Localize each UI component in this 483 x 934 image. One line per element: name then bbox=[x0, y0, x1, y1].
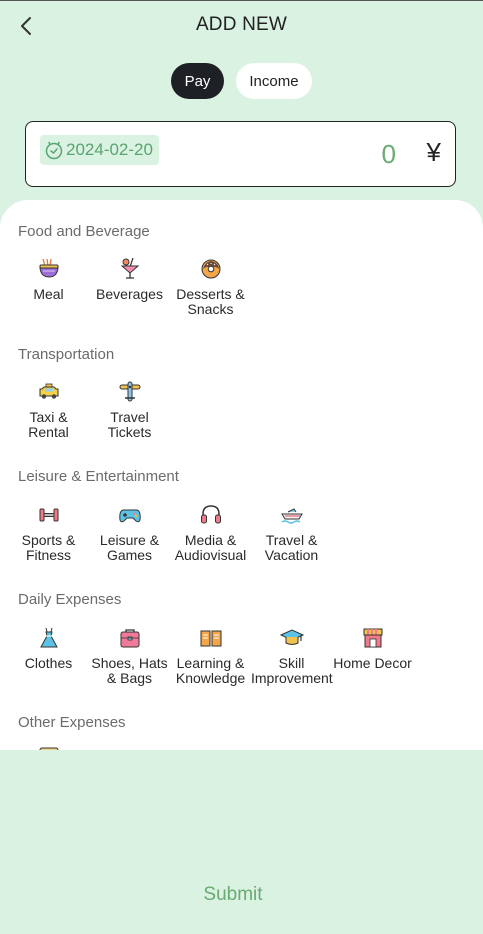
storefront-icon bbox=[363, 628, 382, 648]
gamepad-icon bbox=[118, 509, 141, 523]
section-title-leisure: Leisure & Entertainment bbox=[18, 468, 179, 485]
cocktail-icon bbox=[120, 257, 139, 279]
section-title-daily: Daily Expenses bbox=[18, 591, 122, 608]
top-border bbox=[0, 0, 483, 1]
taxi-icon bbox=[39, 383, 58, 399]
dumbbell-icon bbox=[39, 508, 58, 522]
category-label: Skill Improvement bbox=[251, 655, 333, 686]
category-skill-improvement[interactable]: Skill Improvement bbox=[251, 626, 333, 686]
category-meal[interactable]: Meal bbox=[8, 257, 89, 302]
section-title-other: Other Expenses bbox=[18, 714, 126, 731]
graduation-cap-icon bbox=[279, 629, 304, 645]
category-label: Home Decor bbox=[333, 655, 412, 671]
category-label: Desserts & Snacks bbox=[176, 286, 245, 317]
category-learning-knowledge[interactable]: Learning & Knowledge bbox=[170, 626, 251, 686]
category-label: Sports & Fitness bbox=[21, 532, 76, 563]
category-desserts-snacks[interactable]: Desserts & Snacks bbox=[170, 257, 251, 317]
noodle-bowl-icon bbox=[38, 258, 59, 278]
category-sports-fitness[interactable]: Sports & Fitness bbox=[8, 503, 89, 563]
entry-card: 2024-02-20 0 ¥ bbox=[25, 121, 456, 187]
section-title-food: Food and Beverage bbox=[18, 223, 150, 240]
bag-icon bbox=[120, 629, 139, 648]
category-beverages[interactable]: Beverages bbox=[89, 257, 170, 302]
category-shoes-hats-bags[interactable]: Shoes, Hats & Bags bbox=[89, 626, 170, 686]
category-label: Meal bbox=[33, 286, 64, 302]
category-leisure-games[interactable]: Leisure & Games bbox=[89, 503, 170, 563]
date-value: 2024-02-20 bbox=[66, 140, 153, 159]
category-label: Taxi & Rental bbox=[28, 409, 69, 440]
category-label: Clothes bbox=[24, 655, 73, 671]
currency-symbol: ¥ bbox=[426, 137, 441, 167]
donut-icon bbox=[201, 259, 220, 279]
book-icon bbox=[200, 630, 221, 647]
category-label: Media & Audiovisual bbox=[174, 532, 247, 563]
category-taxi-rental[interactable]: Taxi & Rental bbox=[8, 380, 89, 440]
section-title-transportation: Transportation bbox=[18, 346, 115, 363]
calendar-clock-icon bbox=[45, 141, 63, 160]
partial-category-icon bbox=[39, 747, 59, 750]
pay-tab[interactable]: Pay bbox=[171, 63, 224, 99]
category-home-decor[interactable]: Home Decor bbox=[332, 626, 413, 671]
page-title: ADD NEW bbox=[195, 14, 288, 35]
date-picker[interactable]: 2024-02-20 bbox=[40, 135, 159, 165]
category-panel[interactable]: Food and Beverage Meal Beverages Dessert… bbox=[0, 200, 483, 750]
category-label: Learning & Knowledge bbox=[175, 655, 246, 686]
category-clothes[interactable]: Clothes bbox=[8, 626, 89, 671]
category-label: Leisure & Games bbox=[99, 532, 160, 563]
category-label: Beverages bbox=[96, 286, 163, 302]
category-label: Shoes, Hats & Bags bbox=[91, 655, 168, 686]
category-travel-tickets[interactable]: Travel Tickets bbox=[89, 380, 170, 440]
category-media-audiovisual[interactable]: Media & Audiovisual bbox=[170, 503, 251, 563]
dress-icon bbox=[39, 627, 58, 648]
headphones-icon bbox=[200, 505, 221, 524]
speedboat-icon bbox=[280, 508, 303, 524]
airplane-icon bbox=[119, 381, 140, 402]
category-travel-vacation[interactable]: Travel & Vacation bbox=[251, 503, 332, 563]
submit-button[interactable]: Submit bbox=[0, 884, 466, 906]
amount-input[interactable]: 0 bbox=[382, 139, 396, 170]
category-label: Travel & Vacation bbox=[264, 532, 319, 563]
income-tab[interactable]: Income bbox=[236, 63, 312, 99]
category-label: Travel Tickets bbox=[107, 409, 152, 440]
